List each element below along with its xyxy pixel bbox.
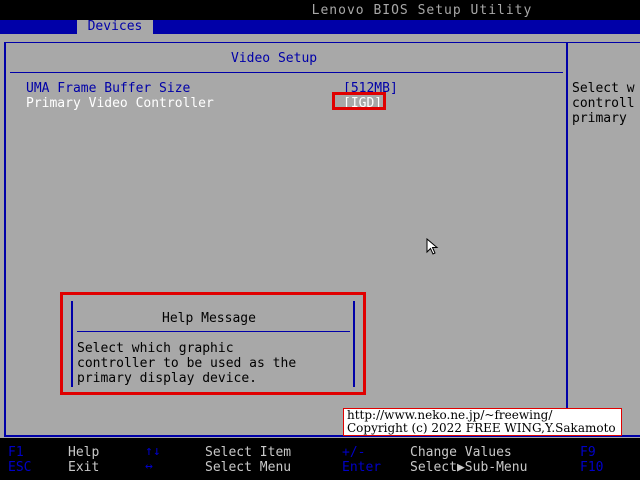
side-help-line-2: controll (572, 96, 635, 111)
footer-key-f9: F9 (580, 445, 596, 460)
section-underline (10, 72, 563, 73)
setting-label-uma-frame-buffer[interactable]: UMA Frame Buffer Size (26, 81, 190, 96)
side-help-line-3: primary (572, 111, 627, 126)
help-popup-line-2: controller to be used as the (77, 356, 297, 371)
setting-label-primary-video-controller[interactable]: Primary Video Controller (26, 96, 214, 111)
value-highlight-box (332, 92, 386, 110)
footer-key-f10: F10 (580, 460, 604, 475)
footer-key-left-right-icon: ↔ (145, 459, 153, 474)
mouse-cursor-icon (426, 238, 439, 255)
footer-desc-select-menu: Select Menu (205, 460, 292, 475)
footer-desc-select-sub-menu: Select▶Sub-Menu (410, 460, 528, 475)
top-frame-line (4, 42, 640, 43)
footer-key-enter: Enter (342, 460, 382, 475)
footer-key-esc: ESC (8, 460, 32, 475)
help-popup-divider (77, 331, 350, 332)
footer-desc-help: Help (68, 445, 100, 460)
tab-devices[interactable]: Devices (77, 20, 153, 34)
help-popup-right-border (353, 301, 355, 387)
watermark-copyright: Copyright (c) 2022 FREE WING,Y.Sakamoto (347, 421, 616, 435)
footer-key-plus-minus: +/- (342, 445, 366, 460)
footer-desc-select-item: Select Item (205, 445, 292, 460)
help-popup-line-3: primary display device. (77, 371, 258, 386)
help-popup-line-1: Select which graphic (77, 341, 234, 356)
footer-desc-exit: Exit (68, 460, 100, 475)
side-help-line-1: Select w (572, 81, 635, 96)
app-title: Lenovo BIOS Setup Utility (311, 3, 533, 18)
section-title: Video Setup (231, 51, 318, 66)
help-popup-title: Help Message (162, 311, 256, 326)
footer-desc-change-values: Change Values (410, 445, 512, 460)
watermark: http://www.neko.ne.jp/~freewing/ Copyrig… (343, 408, 622, 436)
left-frame-line (4, 42, 6, 436)
help-popup-left-border (71, 301, 73, 387)
footer-key-up-down-icon: ↑↓ (145, 444, 161, 459)
right-divider-line (566, 42, 568, 436)
footer-key-f1: F1 (8, 445, 24, 460)
